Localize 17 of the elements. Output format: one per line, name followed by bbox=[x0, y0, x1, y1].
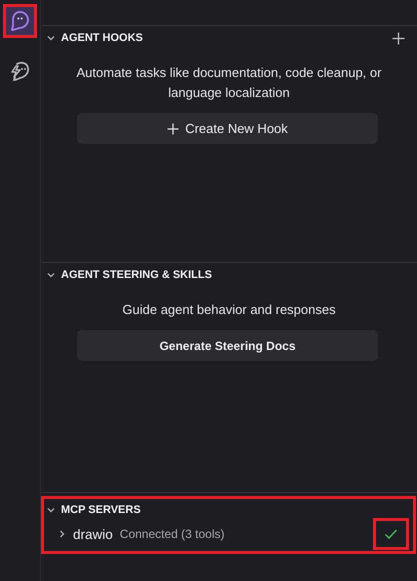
chevron-icon[interactable] bbox=[46, 33, 56, 43]
add-icon[interactable] bbox=[392, 32, 405, 44]
chevron-icon[interactable] bbox=[57, 529, 67, 539]
ghost-icon bbox=[10, 10, 30, 32]
section-title[interactable]: MCP SERVERS bbox=[61, 504, 401, 516]
activity-bar-item[interactable] bbox=[3, 4, 37, 38]
section-title[interactable]: AGENT HOOKS bbox=[61, 32, 387, 44]
server-status: Connected (3 tools) bbox=[120, 527, 226, 541]
server-name[interactable]: drawio bbox=[73, 526, 113, 542]
ghost-bolt-icon bbox=[9, 60, 31, 82]
section-description: Automate tasks like documentation, code cleanup, or language localization bbox=[76, 64, 382, 102]
section-description: Guide agent behavior and responses bbox=[121, 301, 337, 319]
chevron-icon[interactable] bbox=[46, 505, 56, 515]
section-action-button[interactable]: Generate Steering Docs bbox=[77, 330, 378, 361]
chevron-icon[interactable] bbox=[46, 270, 56, 280]
section-title[interactable]: AGENT STEERING & SKILLS bbox=[61, 269, 405, 281]
section-action-button[interactable]: Create New Hook bbox=[77, 113, 378, 144]
